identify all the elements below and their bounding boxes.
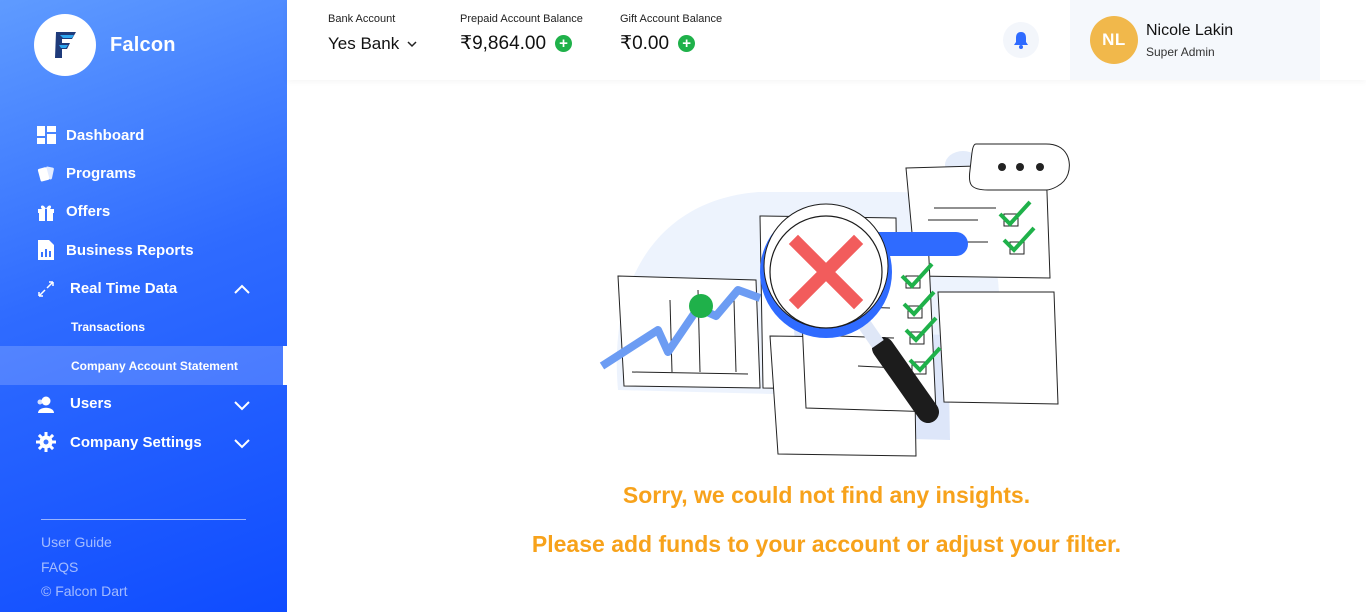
sidebar-item-users[interactable]: Users: [0, 385, 287, 423]
sidebar-item-label: Dashboard: [66, 126, 145, 144]
bank-account-value-row: Yes Bank: [328, 34, 418, 54]
user-role: Super Admin: [1146, 44, 1215, 59]
sidebar-item-label: Business Reports: [66, 241, 194, 259]
gear-icon: [36, 432, 56, 453]
sidebar-item-offers[interactable]: Offers: [0, 193, 287, 231]
add-gift-funds-button[interactable]: +: [678, 35, 696, 52]
chevron-down-icon[interactable]: [406, 38, 418, 50]
falcon-logo-icon: [34, 14, 96, 76]
prepaid-balance-label: Prepaid Account Balance: [460, 13, 583, 25]
sidebar-subitem-transactions[interactable]: Transactions: [0, 308, 287, 346]
bank-account-label: Bank Account: [328, 13, 396, 25]
bank-account-value: Yes Bank: [328, 34, 400, 53]
users-icon: [36, 394, 56, 414]
sidebar-item-label: Offers: [66, 203, 111, 221]
bank-account-selector[interactable]: Bank Account Yes Bank: [328, 13, 418, 54]
sidebar: Falcon Dashboard Programs Offers Busines…: [0, 0, 287, 612]
prepaid-balance: Prepaid Account Balance ₹9,864.00 +: [460, 13, 583, 55]
gift-balance-row: ₹0.00 +: [620, 32, 722, 55]
add-prepaid-funds-button[interactable]: +: [555, 35, 573, 52]
gift-balance-value: ₹0.00: [620, 33, 670, 54]
sidebar-item-label: Programs: [66, 165, 137, 183]
empty-state-subtitle: Please add funds to your account or adju…: [531, 531, 1122, 557]
user-profile[interactable]: NL Nicole Lakin Super Admin: [1070, 0, 1320, 80]
sidebar-item-label: Company Settings: [70, 433, 202, 451]
chevron-up-icon[interactable]: [233, 281, 251, 299]
sidebar-footer: User Guide FAQS © Falcon Dart: [41, 519, 246, 607]
avatar: NL: [1090, 16, 1138, 64]
user-name: Nicole Lakin: [1146, 21, 1234, 39]
chevron-down-icon[interactable]: [233, 434, 251, 452]
report-icon: [36, 240, 56, 261]
sidebar-item-programs[interactable]: Programs: [0, 154, 287, 192]
dashboard-icon: [36, 125, 56, 145]
user-guide-link[interactable]: User Guide: [41, 533, 246, 558]
user-info: Nicole Lakin Super Admin: [1146, 22, 1233, 59]
chevron-down-icon[interactable]: [233, 396, 251, 414]
bell-icon: [1014, 32, 1028, 49]
sidebar-item-label: Real Time Data: [70, 280, 178, 298]
sidebar-subitem-label: Company Account Statement: [71, 358, 238, 373]
sidebar-nav: Dashboard Programs Offers Business Repor…: [0, 116, 287, 462]
notifications-button[interactable]: [1003, 22, 1039, 58]
no-insights-illustration: [599, 143, 1070, 457]
gift-balance: Gift Account Balance ₹0.00 +: [620, 13, 722, 55]
sidebar-item-company-settings[interactable]: Company Settings: [0, 423, 287, 461]
brand-name: Falcon: [110, 33, 176, 56]
sidebar-item-label: Users: [70, 395, 112, 413]
sidebar-subitem-company-account-statement[interactable]: Company Account Statement: [0, 346, 287, 386]
prepaid-balance-value: ₹9,864.00: [460, 33, 547, 54]
sidebar-subitem-label: Transactions: [71, 320, 146, 335]
brand[interactable]: Falcon: [34, 14, 176, 76]
sidebar-item-dashboard[interactable]: Dashboard: [0, 116, 287, 154]
sidebar-item-business-reports[interactable]: Business Reports: [0, 231, 287, 269]
empty-state-title: Sorry, we could not find any insights.: [622, 482, 1031, 508]
top-header: Bank Account Yes Bank Prepaid Account Ba…: [287, 0, 1366, 80]
gift-icon: [36, 202, 56, 222]
copyright-text: © Falcon Dart: [41, 583, 128, 599]
sidebar-item-real-time-data[interactable]: Real Time Data: [0, 270, 287, 308]
cards-icon: [36, 164, 56, 184]
realtime-arrows-icon: [36, 279, 56, 299]
gift-balance-label: Gift Account Balance: [620, 13, 723, 25]
prepaid-balance-row: ₹9,864.00 +: [460, 32, 583, 55]
faqs-link[interactable]: FAQS: [41, 558, 246, 583]
